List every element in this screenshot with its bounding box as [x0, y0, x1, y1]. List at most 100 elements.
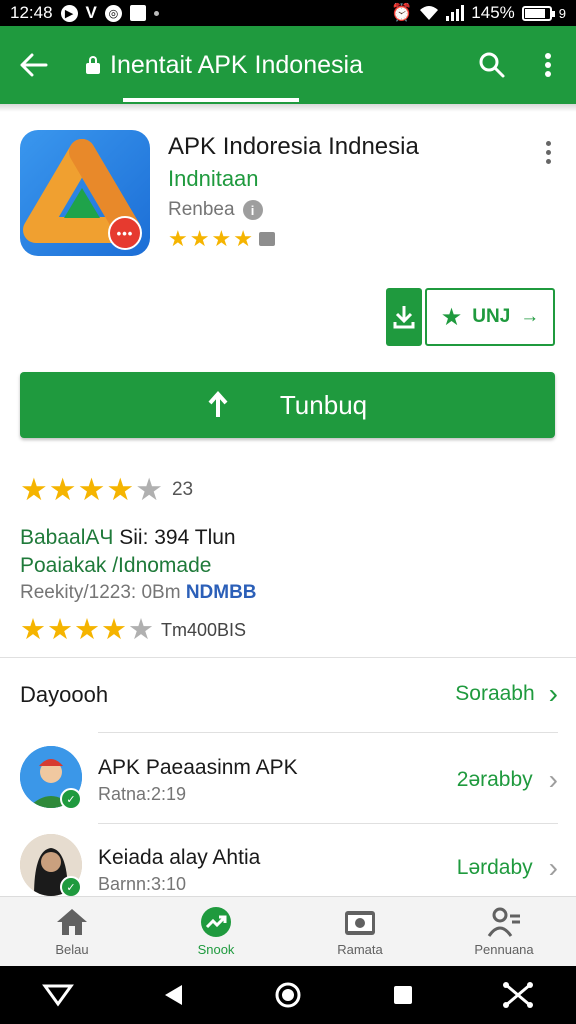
- system-navigation-bar: [0, 966, 576, 1024]
- trending-icon: [201, 907, 231, 937]
- star-filled-icon: ★: [47, 614, 73, 646]
- list-item-link-label: Lərdaby: [456, 856, 533, 879]
- wishlist-button[interactable]: ★ UNJ →: [425, 288, 555, 346]
- system-back-button[interactable]: [145, 967, 201, 1023]
- divider: [98, 823, 558, 824]
- wifi-icon: [420, 6, 439, 20]
- rating-count: 23: [171, 478, 194, 500]
- list-item-link-label: 2ərabby: [456, 768, 533, 791]
- star-filled-icon: ★: [77, 472, 106, 507]
- rating-line-3: Reekity/1223: 0Bm NDMBB: [20, 582, 257, 604]
- rating-line-4: Tm400BIS: [161, 620, 247, 640]
- rating-line-2: Poaiakak /Idnomade: [20, 554, 212, 577]
- camera-icon: [345, 911, 375, 935]
- star-filled-icon: ★: [74, 614, 100, 646]
- nav-trending-label: Snook: [197, 942, 235, 957]
- dot-icon: [153, 10, 159, 16]
- star-empty-icon: ★: [135, 472, 163, 507]
- app-icon: •••: [20, 130, 150, 256]
- category-row: Renbea i: [168, 199, 263, 221]
- more-options-button[interactable]: [520, 29, 576, 101]
- verified-badge-icon: ✓: [60, 788, 82, 810]
- chevron-right-icon: ›: [548, 764, 558, 795]
- star-filled-icon: ★: [106, 472, 135, 507]
- rating-line-1-b: Sii: 394 Tlun: [119, 526, 236, 549]
- verified-badge-icon: ✓: [60, 876, 82, 898]
- nav-home-label: Belau: [55, 942, 89, 957]
- download-button[interactable]: [386, 288, 422, 346]
- section-see-more-link[interactable]: Soraabh ›: [455, 680, 558, 708]
- system-home-button[interactable]: [260, 967, 316, 1023]
- home-circle-icon: [275, 982, 301, 1008]
- back-arrow-icon: [20, 53, 48, 77]
- list-item-link[interactable]: Lərdaby ›: [457, 854, 558, 882]
- nav-camera-label: Ramata: [337, 942, 383, 957]
- divider: [0, 657, 576, 658]
- back-button[interactable]: [0, 29, 68, 101]
- info-icon[interactable]: i: [242, 200, 263, 220]
- more-vert-icon: [545, 53, 551, 77]
- nav-people[interactable]: Pennuana: [432, 897, 576, 966]
- rating-stars: ★ ★ ★ ★ ★ 23: [20, 474, 193, 505]
- install-button[interactable]: Tunbuq: [20, 372, 555, 438]
- list-item[interactable]: ✓ APK Paeaasinm APK Ratna:2:19 2ərabby ›: [0, 740, 576, 830]
- back-triangle-icon: [164, 985, 182, 1005]
- star-icon: ★: [440, 303, 463, 331]
- download-icon: [393, 306, 415, 329]
- v-icon: V: [85, 3, 97, 22]
- chevron-right-icon: ›: [548, 678, 558, 709]
- signal-icon: [446, 5, 465, 21]
- message-icon: [129, 5, 146, 21]
- recents-square-icon: [394, 986, 413, 1004]
- list-item-subtitle: Ratna:2:19: [98, 784, 187, 804]
- star-filled-icon: ★: [189, 226, 210, 251]
- wishlist-label: UNJ: [472, 306, 511, 327]
- system-extra-button[interactable]: [490, 967, 546, 1023]
- app-bar-title: Inentait APK Indonesia: [110, 50, 363, 79]
- app-bar: Inentait APK Indonesia: [0, 26, 576, 104]
- divider: [98, 732, 558, 733]
- upload-arrow-icon: [208, 391, 228, 417]
- tab-indicator: [123, 98, 299, 102]
- notification-icon: ▶: [60, 4, 78, 22]
- arrow-right-icon: →: [520, 306, 540, 327]
- rating-line-1: BabaalAЧ Sii: 394 Tlun: [20, 526, 236, 550]
- rating-line-3-a: Reekity/1223: 0Bm: [20, 582, 181, 603]
- status-time: 12:48: [10, 3, 53, 22]
- people-icon: [487, 907, 520, 937]
- section-link-label: Soraabh: [455, 682, 535, 705]
- header-rating-stars: ★ ★ ★ ★: [168, 228, 275, 250]
- star-filled-icon: ★: [211, 226, 232, 251]
- list-item-title: APK Paeaasinm APK: [98, 756, 298, 779]
- star-filled-icon: ★: [233, 226, 253, 251]
- list-item-link[interactable]: 2ərabby ›: [457, 766, 558, 794]
- developer-link[interactable]: Indnitaan: [168, 166, 259, 192]
- search-button[interactable]: [464, 29, 520, 101]
- system-recents-button[interactable]: [375, 967, 431, 1023]
- system-down-button[interactable]: [30, 967, 86, 1023]
- app-overflow-menu-button[interactable]: [536, 134, 560, 170]
- nav-trending[interactable]: Snook: [144, 897, 288, 966]
- nav-camera[interactable]: Ramata: [288, 897, 432, 966]
- alarm-icon: ⏰: [391, 3, 413, 22]
- rating-line-1-a: BabaalAЧ: [20, 526, 114, 549]
- lock-icon: [86, 56, 100, 74]
- rating-line-3-link[interactable]: NDMBB: [186, 582, 257, 603]
- install-label: Tunbuq: [279, 389, 368, 420]
- search-icon: [479, 52, 505, 78]
- star-filled-icon: ★: [20, 472, 48, 507]
- status-extra: 9: [558, 5, 566, 21]
- home-icon: [57, 909, 87, 935]
- rating-stars-secondary: ★ ★ ★ ★ ★ Tm400BIS: [20, 616, 246, 645]
- section-title: Dayoooh: [20, 682, 109, 707]
- chevron-right-icon: ›: [548, 852, 558, 883]
- star-filled-icon: ★: [20, 614, 46, 646]
- nav-home[interactable]: Belau: [0, 897, 144, 966]
- star-filled-icon: ★: [101, 614, 127, 646]
- app-name: APK Indoresia Indnesia: [168, 133, 419, 160]
- chat-badge-icon: •••: [108, 216, 142, 250]
- chevron-down-icon: [41, 984, 74, 1007]
- list-item-subtitle: Barnn:3:10: [98, 874, 187, 894]
- nav-people-label: Pennuana: [474, 942, 534, 957]
- star-empty-icon: ★: [128, 614, 154, 646]
